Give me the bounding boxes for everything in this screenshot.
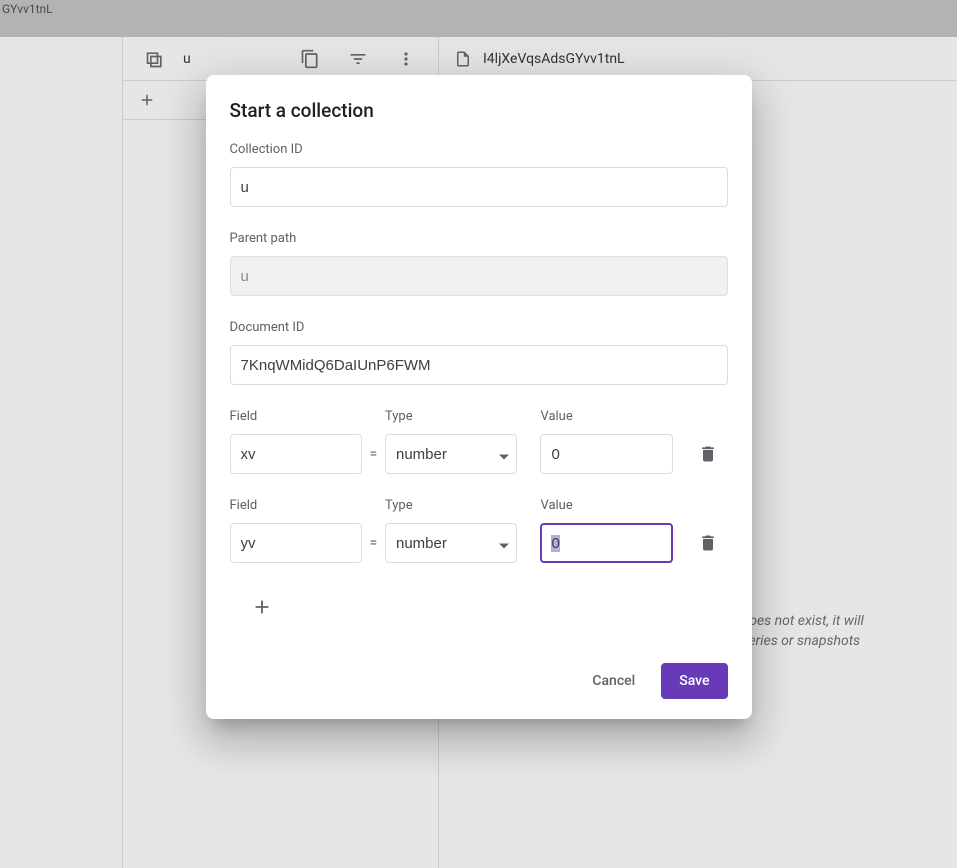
- field-value-input-1[interactable]: [540, 523, 672, 563]
- trash-icon: [698, 533, 718, 553]
- dialog-title: Start a collection: [230, 99, 728, 122]
- add-field-button[interactable]: [242, 587, 282, 627]
- document-id-label: Document ID: [230, 320, 728, 335]
- type-label-1: Type: [385, 498, 517, 513]
- plus-icon: [251, 596, 273, 618]
- cancel-button[interactable]: Cancel: [574, 663, 653, 699]
- field-label-1: Field: [230, 498, 362, 513]
- collection-id-input[interactable]: [230, 167, 728, 207]
- start-collection-dialog: Start a collection Collection ID Parent …: [206, 75, 752, 719]
- field-label-0: Field: [230, 409, 362, 424]
- field-type-select-0[interactable]: [385, 434, 517, 474]
- delete-field-button-0[interactable]: [689, 434, 728, 474]
- field-type-select-1[interactable]: [385, 523, 517, 563]
- modal-overlay: Start a collection Collection ID Parent …: [0, 0, 957, 868]
- field-value-input-0[interactable]: [540, 434, 672, 474]
- equals-0: =: [362, 434, 385, 474]
- document-id-input[interactable]: [230, 345, 728, 385]
- field-name-input-0[interactable]: [230, 434, 362, 474]
- trash-icon: [698, 444, 718, 464]
- field-row-0: Field = Type Value: [230, 409, 728, 474]
- collection-id-label: Collection ID: [230, 142, 728, 157]
- field-name-input-1[interactable]: [230, 523, 362, 563]
- value-label-0: Value: [540, 409, 672, 424]
- delete-field-button-1[interactable]: [689, 523, 728, 563]
- equals-1: =: [362, 523, 385, 563]
- type-label-0: Type: [385, 409, 517, 424]
- parent-path-input: [230, 256, 728, 296]
- value-label-1: Value: [540, 498, 672, 513]
- field-row-1: Field = Type Value: [230, 498, 728, 563]
- dialog-actions: Cancel Save: [230, 663, 728, 699]
- save-button[interactable]: Save: [661, 663, 727, 699]
- parent-path-label: Parent path: [230, 231, 728, 246]
